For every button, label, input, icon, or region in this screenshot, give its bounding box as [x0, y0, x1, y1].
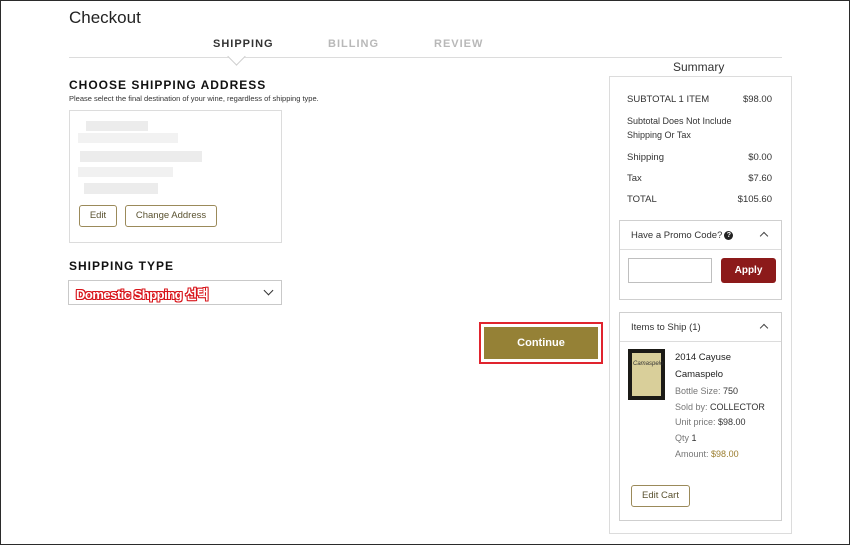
redacted-address-line	[78, 167, 173, 177]
shipping-type-title: SHIPPING TYPE	[69, 259, 175, 273]
shipping-row: Shipping $0.00	[627, 152, 772, 163]
subtotal-note: Subtotal Does Not Include Shipping Or Ta…	[627, 116, 732, 140]
total-label: TOTAL	[627, 194, 657, 205]
shipping-label: Shipping	[627, 152, 664, 163]
subtotal-row: SUBTOTAL 1 ITEM $98.00	[627, 94, 772, 105]
page-title: Checkout	[69, 8, 141, 27]
shipping-address-subtitle: Please select the final destination of y…	[69, 94, 319, 103]
tax-value: $7.60	[748, 173, 772, 184]
address-card[interactable]: Edit Change Address	[69, 110, 282, 243]
shipping-value: $0.00	[748, 152, 772, 163]
item-sold-by: Sold by: COLLECTOR	[675, 402, 765, 412]
step-billing[interactable]: BILLING	[328, 38, 379, 50]
shipping-type-select[interactable]: Domestic Shpping 선택	[68, 280, 282, 305]
tax-row: Tax $7.60	[627, 173, 772, 184]
item-qty: Qty 1	[675, 433, 697, 443]
item-name-line1[interactable]: 2014 Cayuse	[675, 352, 731, 363]
redacted-address-line	[86, 121, 148, 131]
items-header-label: Items to Ship (1)	[631, 322, 701, 333]
promo-code-input[interactable]	[628, 258, 712, 283]
items-panel-header[interactable]: Items to Ship (1)	[620, 313, 781, 342]
item-unit-price: Unit price: $98.00	[675, 417, 746, 427]
promo-panel-header[interactable]: Have a Promo Code??	[620, 221, 781, 250]
apply-button[interactable]: Apply	[721, 258, 776, 283]
chevron-up-icon[interactable]	[759, 231, 769, 241]
step-shipping[interactable]: SHIPPING	[213, 38, 274, 50]
item-amount: Amount: $98.00	[675, 449, 739, 459]
step-review[interactable]: REVIEW	[434, 38, 483, 50]
summary-title: Summary	[673, 60, 725, 74]
item-name-line2[interactable]: Camaspelo	[675, 369, 723, 380]
checkout-steps: SHIPPING BILLING REVIEW	[69, 38, 782, 66]
redacted-address-line	[80, 151, 202, 162]
edit-cart-button[interactable]: Edit Cart	[631, 485, 690, 507]
edit-address-button[interactable]: Edit	[79, 205, 117, 227]
chevron-up-icon[interactable]	[759, 323, 769, 333]
tax-label: Tax	[627, 173, 642, 184]
total-value: $105.60	[737, 194, 772, 205]
continue-button[interactable]: Continue	[484, 327, 598, 359]
total-row: TOTAL $105.60	[627, 194, 772, 205]
wine-bottle-image: Camaspelo	[628, 349, 665, 400]
promo-header-label: Have a Promo Code?	[631, 230, 723, 241]
shipping-type-selected-value: Domestic Shpping 선택	[76, 287, 209, 302]
redacted-address-line	[84, 183, 158, 194]
subtotal-label: SUBTOTAL 1 ITEM	[627, 94, 710, 105]
item-bottle-size: Bottle Size: 750	[675, 386, 739, 396]
subtotal-value: $98.00	[742, 94, 772, 105]
continue-highlight: Continue	[479, 322, 603, 364]
change-address-button[interactable]: Change Address	[125, 205, 217, 227]
help-icon[interactable]: ?	[724, 231, 734, 240]
redacted-address-line	[78, 133, 178, 143]
chevron-down-icon	[263, 285, 274, 296]
shipping-address-title: CHOOSE SHIPPING ADDRESS	[69, 78, 267, 92]
